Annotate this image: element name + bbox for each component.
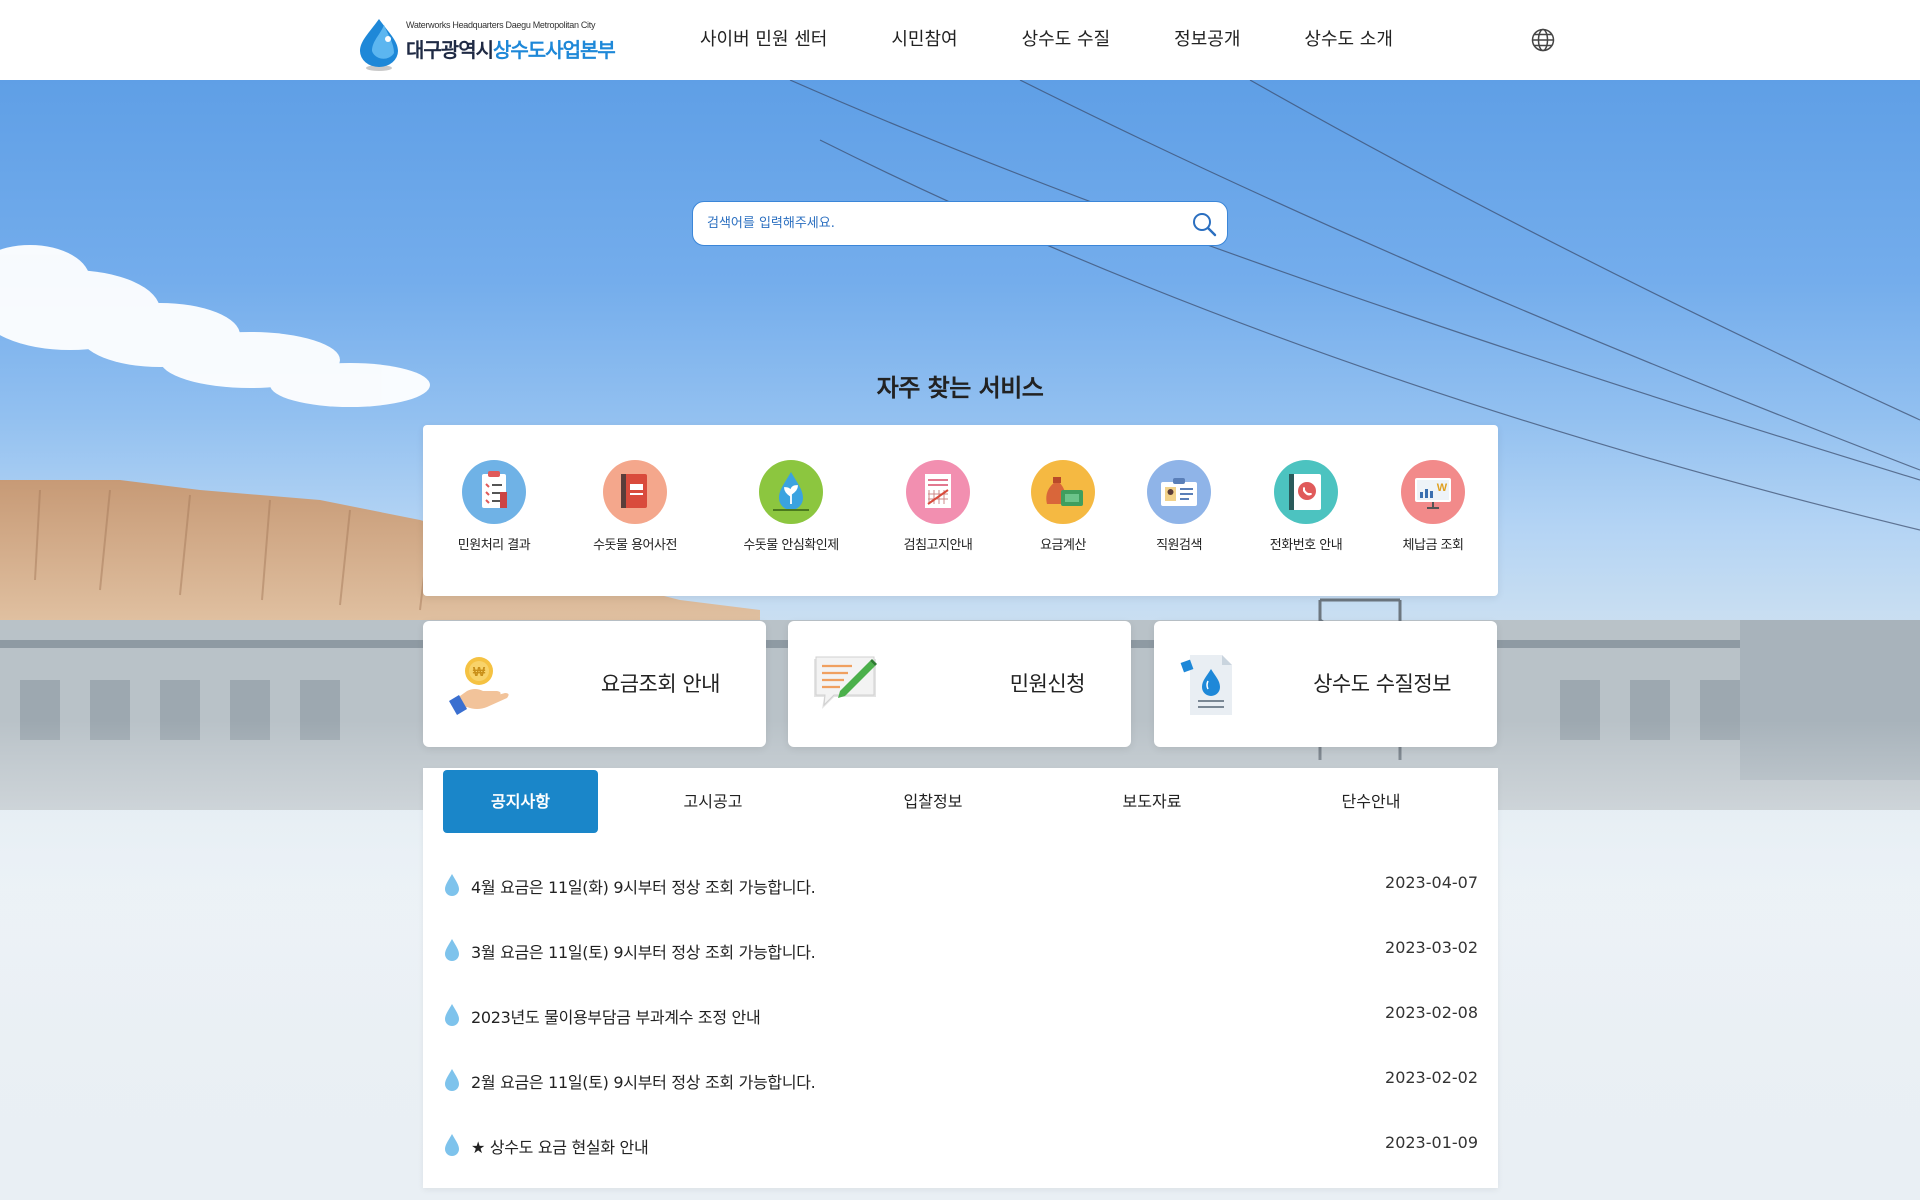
notice-title: ★ 상수도 요금 현실화 안내 bbox=[471, 1138, 649, 1157]
memo-pencil-icon bbox=[814, 656, 877, 709]
notice-board: 공지사항 고시공고 입찰정보 보도자료 단수안내 4월 요금은 11일(화) 9… bbox=[423, 768, 1498, 1188]
water-drop-logo-icon bbox=[360, 19, 398, 71]
card-civil-application[interactable]: 민원신청 bbox=[788, 621, 1131, 747]
logo-title-org: 상수도사업본부 bbox=[493, 38, 616, 62]
notice-row[interactable]: 2월 요금은 11일(토) 9시부터 정상 조회 가능합니다. 2023-02-… bbox=[443, 1064, 1478, 1094]
quick-label: 전화번호 안내 bbox=[1269, 538, 1343, 553]
notice-date: 2023-02-08 bbox=[1385, 1003, 1478, 1022]
receipt-icon bbox=[906, 460, 970, 524]
quick-label: 수돗물 안심확인제 bbox=[743, 538, 839, 553]
svg-text:₩: ₩ bbox=[473, 664, 486, 679]
tab-press-release[interactable]: 보도자료 bbox=[1092, 770, 1212, 833]
phone-book-icon bbox=[1274, 460, 1338, 524]
card-fee-inquiry[interactable]: ₩ 요금조회 안내 bbox=[423, 621, 766, 747]
card-label: 민원신청 bbox=[1009, 672, 1086, 696]
quick-item-safe-check[interactable]: 수돗물 안심확인제 bbox=[726, 460, 856, 553]
id-card-icon bbox=[1147, 460, 1211, 524]
site-logo[interactable]: Waterworks Headquarters Daegu Metropolit… bbox=[354, 15, 616, 73]
logo-title: 대구광역시상수도사업본부 bbox=[406, 34, 616, 63]
main-nav: 사이버 민원 센터 시민참여 상수도 수질 정보공개 상수도 소개 bbox=[700, 0, 1457, 80]
search-icon[interactable] bbox=[1191, 211, 1217, 237]
tab-water-outage[interactable]: 단수안내 bbox=[1311, 770, 1431, 833]
water-drop-icon bbox=[445, 1134, 459, 1156]
card-water-quality-info[interactable]: 상수도 수질정보 bbox=[1154, 621, 1497, 747]
quick-item-fee-calc[interactable]: 요금계산 bbox=[998, 460, 1128, 553]
notice-date: 2023-02-02 bbox=[1385, 1068, 1478, 1087]
notice-row[interactable]: 4월 요금은 11일(화) 9시부터 정상 조회 가능합니다. 2023-04-… bbox=[443, 869, 1478, 899]
tab-notices[interactable]: 공지사항 bbox=[443, 770, 598, 833]
quick-label: 검침고지안내 bbox=[903, 538, 973, 553]
water-drop-icon bbox=[445, 874, 459, 896]
notice-row[interactable]: 3월 요금은 11일(토) 9시부터 정상 조회 가능합니다. 2023-03-… bbox=[443, 934, 1478, 964]
quick-label: 체납금 조회 bbox=[1402, 538, 1464, 553]
water-drop-leaf-icon bbox=[759, 460, 823, 524]
water-document-icon bbox=[1180, 655, 1232, 715]
card-label: 요금조회 안내 bbox=[600, 672, 721, 696]
frequent-services-title: 자주 찾는 서비스 bbox=[876, 374, 1044, 402]
nav-item-participation[interactable]: 시민참여 bbox=[891, 0, 957, 80]
quick-item-staff-search[interactable]: 직원검색 bbox=[1114, 460, 1244, 553]
logo-title-city: 대구광역시 bbox=[406, 38, 494, 62]
notice-date: 2023-01-09 bbox=[1385, 1133, 1478, 1152]
notice-title: 3월 요금은 11일(토) 9시부터 정상 조회 가능합니다. bbox=[471, 943, 816, 962]
nav-item-cyber-civil[interactable]: 사이버 민원 센터 bbox=[700, 0, 827, 80]
globe-icon[interactable] bbox=[1530, 27, 1556, 53]
search-input[interactable] bbox=[707, 202, 1167, 245]
quick-label: 직원검색 bbox=[1156, 538, 1202, 553]
quick-label: 요금계산 bbox=[1040, 538, 1086, 553]
notice-title: 4월 요금은 11일(화) 9시부터 정상 조회 가능합니다. bbox=[471, 878, 816, 897]
notice-date: 2023-04-07 bbox=[1385, 873, 1478, 892]
notice-title: 2월 요금은 11일(토) 9시부터 정상 조회 가능합니다. bbox=[471, 1073, 816, 1092]
water-drop-icon bbox=[445, 1004, 459, 1026]
quick-item-meter-notice[interactable]: 검침고지안내 bbox=[873, 460, 1003, 553]
search-bar bbox=[692, 201, 1228, 246]
quick-label: 민원처리 결과 bbox=[457, 538, 531, 553]
quick-services-panel: 민원처리 결과 수돗물 용어사전 수돗물 안심확인제 검침고지안내 요금계산 직… bbox=[423, 425, 1498, 596]
money-bag-icon bbox=[1031, 460, 1095, 524]
nav-item-disclosure[interactable]: 정보공개 bbox=[1174, 0, 1240, 80]
nav-item-about[interactable]: 상수도 소개 bbox=[1304, 0, 1393, 80]
notice-title: 2023년도 물이용부담금 부과계수 조정 안내 bbox=[471, 1008, 761, 1027]
coin-hand-icon: ₩ bbox=[449, 657, 509, 715]
nav-item-water-quality[interactable]: 상수도 수질 bbox=[1022, 0, 1111, 80]
water-drop-icon bbox=[445, 1069, 459, 1091]
quick-item-arrears[interactable]: W 체납금 조회 bbox=[1368, 460, 1498, 553]
clipboard-icon bbox=[462, 460, 526, 524]
water-drop-icon bbox=[445, 939, 459, 961]
tab-bid-info[interactable]: 입찰정보 bbox=[873, 770, 993, 833]
card-label: 상수도 수질정보 bbox=[1313, 672, 1451, 696]
quick-label: 수돗물 용어사전 bbox=[593, 538, 677, 553]
won-board-icon: W bbox=[1401, 460, 1465, 524]
notice-row[interactable]: 2023년도 물이용부담금 부과계수 조정 안내 2023-02-08 bbox=[443, 999, 1478, 1029]
quick-item-phone-guide[interactable]: 전화번호 안내 bbox=[1241, 460, 1371, 553]
svg-text:W: W bbox=[1437, 482, 1448, 494]
quick-item-civil-result[interactable]: 민원처리 결과 bbox=[429, 460, 559, 553]
notice-date: 2023-03-02 bbox=[1385, 938, 1478, 957]
quick-item-glossary[interactable]: 수돗물 용어사전 bbox=[570, 460, 700, 553]
book-icon bbox=[603, 460, 667, 524]
tab-public-notice[interactable]: 고시공고 bbox=[653, 770, 773, 833]
notice-row[interactable]: ★ 상수도 요금 현실화 안내 2023-01-09 bbox=[443, 1129, 1478, 1159]
logo-subtitle: Waterworks Headquarters Daegu Metropolit… bbox=[406, 20, 596, 30]
site-header: Waterworks Headquarters Daegu Metropolit… bbox=[0, 0, 1920, 80]
